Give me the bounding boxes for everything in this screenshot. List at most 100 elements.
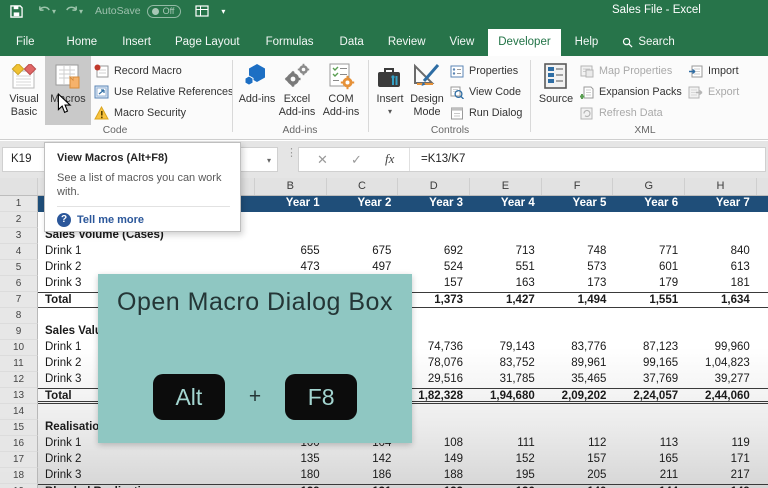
value-cell[interactable] bbox=[685, 420, 757, 436]
value-cell[interactable] bbox=[470, 324, 542, 340]
value-cell[interactable]: 119 bbox=[685, 436, 757, 452]
value-cell[interactable] bbox=[327, 228, 399, 244]
qat-customize-caret[interactable]: ▾ bbox=[221, 7, 225, 16]
workbook-grid-icon[interactable] bbox=[195, 5, 209, 17]
value-cell[interactable] bbox=[470, 308, 542, 324]
tab-file[interactable]: File bbox=[6, 29, 45, 56]
value-cell[interactable] bbox=[255, 228, 327, 244]
value-cell[interactable] bbox=[542, 212, 614, 228]
value-cell[interactable] bbox=[470, 228, 542, 244]
value-cell[interactable]: 2,44,060 bbox=[685, 389, 757, 401]
tab-search[interactable]: Search bbox=[612, 29, 684, 56]
value-cell[interactable] bbox=[398, 212, 470, 228]
source-button[interactable]: Source bbox=[536, 58, 576, 124]
add-ins-button[interactable]: Add-ins bbox=[238, 58, 276, 124]
value-cell[interactable]: 87,123 bbox=[613, 340, 685, 356]
value-cell[interactable]: 2,09,202 bbox=[542, 389, 614, 401]
value-cell[interactable]: 1,427 bbox=[470, 293, 542, 307]
value-cell[interactable]: 99,960 bbox=[685, 340, 757, 356]
tell-me-more-link[interactable]: ? Tell me more bbox=[57, 213, 230, 227]
row-number[interactable]: 6 bbox=[0, 276, 38, 292]
value-cell[interactable]: 180 bbox=[255, 468, 327, 484]
value-cell[interactable]: 771 bbox=[613, 244, 685, 260]
macro-security-button[interactable]: Macro Security bbox=[94, 104, 186, 122]
enter-icon[interactable]: ✓ bbox=[351, 152, 362, 168]
column-header-e[interactable]: E bbox=[470, 178, 542, 195]
value-cell[interactable] bbox=[685, 308, 757, 324]
name-box-caret[interactable]: ▾ bbox=[267, 156, 271, 165]
tab-page-layout[interactable]: Page Layout bbox=[165, 29, 250, 56]
value-cell[interactable] bbox=[613, 420, 685, 436]
value-cell[interactable] bbox=[542, 404, 614, 420]
value-cell[interactable]: 1,634 bbox=[685, 293, 757, 307]
tab-formulas[interactable]: Formulas bbox=[256, 29, 324, 56]
row-number[interactable]: 18 bbox=[0, 468, 38, 484]
column-header-d[interactable]: D bbox=[398, 178, 470, 195]
column-header-g[interactable]: G bbox=[613, 178, 685, 195]
value-cell[interactable]: 83,752 bbox=[470, 356, 542, 372]
import-button[interactable]: Import bbox=[688, 62, 739, 80]
row-label-cell[interactable]: Drink 2 bbox=[38, 452, 255, 468]
com-add-ins-button[interactable]: COM Add-ins bbox=[318, 58, 364, 124]
value-cell[interactable]: 655 bbox=[255, 244, 327, 260]
value-cell[interactable]: 713 bbox=[470, 244, 542, 260]
value-cell[interactable]: 748 bbox=[542, 244, 614, 260]
value-cell[interactable]: 205 bbox=[542, 468, 614, 484]
value-cell[interactable]: 37,769 bbox=[613, 372, 685, 388]
value-cell[interactable]: 165 bbox=[613, 452, 685, 468]
formula-bar-handle[interactable]: ⋮ bbox=[286, 150, 297, 156]
value-cell[interactable]: 1,04,823 bbox=[685, 356, 757, 372]
value-cell[interactable]: 179 bbox=[613, 276, 685, 292]
sheet-row-17[interactable]: 17Drink 2135142149152157165171 bbox=[0, 452, 768, 468]
row-number[interactable]: 10 bbox=[0, 340, 38, 356]
value-cell[interactable]: 83,776 bbox=[542, 340, 614, 356]
value-cell[interactable] bbox=[685, 404, 757, 420]
insert-dropdown-caret[interactable]: ▾ bbox=[388, 106, 392, 119]
value-cell[interactable] bbox=[685, 212, 757, 228]
value-cell[interactable]: 113 bbox=[613, 436, 685, 452]
value-cell[interactable] bbox=[470, 212, 542, 228]
value-cell[interactable]: 79,143 bbox=[470, 340, 542, 356]
export-button[interactable]: Export bbox=[688, 83, 739, 101]
undo-icon[interactable]: ▾ bbox=[37, 5, 56, 17]
row-number[interactable]: 9 bbox=[0, 324, 38, 340]
expansion-packs-button[interactable]: Expansion Packs bbox=[580, 83, 682, 101]
tab-developer[interactable]: Developer bbox=[488, 29, 560, 56]
value-cell[interactable]: 613 bbox=[685, 260, 757, 276]
refresh-data-button[interactable]: Refresh Data bbox=[580, 104, 663, 122]
value-cell[interactable]: 152 bbox=[470, 452, 542, 468]
formula-text[interactable]: =K13/K7 bbox=[421, 153, 465, 165]
column-header-b[interactable]: B bbox=[255, 178, 327, 195]
row-number[interactable]: 5 bbox=[0, 260, 38, 276]
row-number[interactable]: 12 bbox=[0, 372, 38, 388]
use-relative-references-button[interactable]: Use Relative References bbox=[94, 83, 233, 101]
excel-add-ins-button[interactable]: Excel Add-ins bbox=[276, 58, 318, 124]
value-cell[interactable]: 1,551 bbox=[613, 293, 685, 307]
value-cell[interactable]: 111 bbox=[470, 436, 542, 452]
save-icon[interactable] bbox=[10, 5, 23, 18]
value-cell[interactable]: 195 bbox=[470, 468, 542, 484]
value-cell[interactable] bbox=[542, 324, 614, 340]
redo-icon[interactable]: ▾ bbox=[64, 5, 83, 17]
autosave-toggle[interactable]: Off bbox=[147, 5, 182, 18]
value-cell[interactable]: 99,165 bbox=[613, 356, 685, 372]
row-number[interactable]: 16 bbox=[0, 436, 38, 452]
tab-view[interactable]: View bbox=[440, 29, 485, 56]
value-cell[interactable]: 186 bbox=[327, 468, 399, 484]
value-cell[interactable]: 173 bbox=[542, 276, 614, 292]
value-cell[interactable]: 2,24,057 bbox=[613, 389, 685, 401]
formula-input-area[interactable]: ✕ ✓ fx =K13/K7 bbox=[298, 147, 766, 172]
tab-help[interactable]: Help bbox=[565, 29, 609, 56]
value-cell[interactable] bbox=[613, 308, 685, 324]
column-header-f[interactable]: F bbox=[542, 178, 614, 195]
value-cell[interactable]: 89,961 bbox=[542, 356, 614, 372]
value-cell[interactable]: 217 bbox=[685, 468, 757, 484]
tab-home[interactable]: Home bbox=[57, 29, 108, 56]
map-properties-button[interactable]: Map Properties bbox=[580, 62, 672, 80]
row-number[interactable]: 11 bbox=[0, 356, 38, 372]
row-number[interactable]: 14 bbox=[0, 404, 38, 420]
row-number[interactable]: 17 bbox=[0, 452, 38, 468]
tab-data[interactable]: Data bbox=[330, 29, 374, 56]
value-cell[interactable]: 31,785 bbox=[470, 372, 542, 388]
value-cell[interactable]: 39,277 bbox=[685, 372, 757, 388]
